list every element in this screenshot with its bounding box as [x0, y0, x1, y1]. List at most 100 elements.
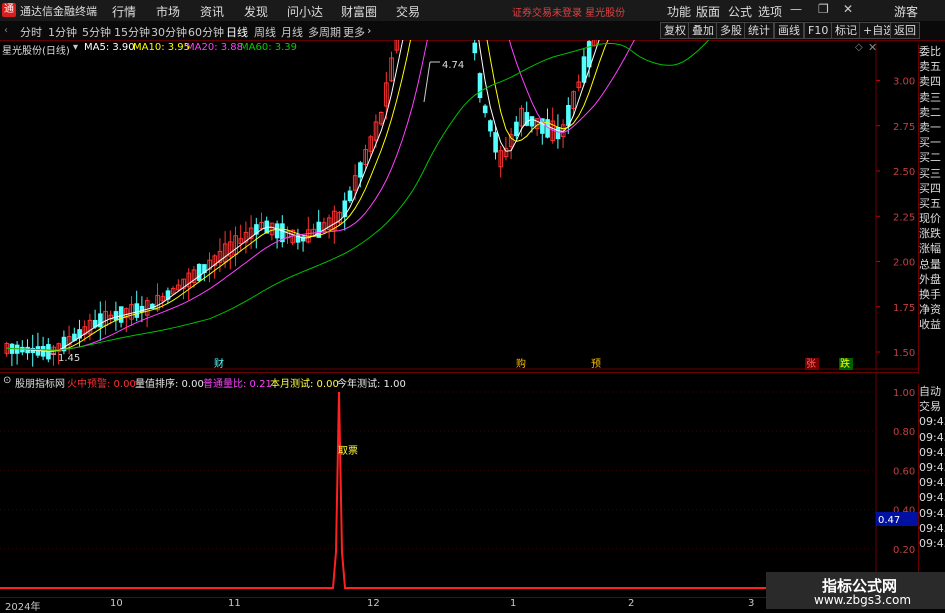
order-book-sell2[interactable]: 卖二 — [919, 105, 945, 120]
tick-time: 09:43 — [919, 460, 945, 474]
order-book-earnings[interactable]: 收益 — [919, 317, 945, 332]
multi-stock-button[interactable]: 多股 — [716, 22, 746, 39]
menu-caifuquan[interactable]: 财富圈 — [341, 3, 377, 20]
tab-5min[interactable]: 5分钟 — [82, 24, 111, 40]
marker-cai[interactable]: 财 — [214, 357, 224, 370]
indicator-chart[interactable]: 1.000.800.600.400.20 取票 0.47 — [0, 372, 918, 598]
order-book-buy4[interactable]: 买四 — [919, 181, 945, 196]
indicator-axis-label: 0.20 — [893, 545, 915, 556]
order-book-sell1[interactable]: 卖一 — [919, 120, 945, 135]
xaxis-12: 12 — [367, 598, 380, 609]
xaxis-1: 1 — [510, 598, 517, 609]
xaxis-2: 2 — [628, 598, 635, 609]
order-book-price[interactable]: 现价 — [919, 211, 945, 226]
tick-time: 09:43 — [919, 415, 945, 429]
order-book-turnover[interactable]: 换手 — [919, 287, 945, 302]
price-axis-label: 3.25 — [893, 40, 915, 42]
tick-time: 09:43 — [919, 521, 945, 535]
order-book-weibi[interactable]: 委比 — [919, 44, 945, 59]
restore-icon[interactable]: ❐ — [818, 2, 829, 16]
indicator-axis-label: 0.60 — [893, 466, 915, 477]
order-book-volume[interactable]: 总量 — [919, 257, 945, 272]
menu-xuanxiang[interactable]: 选项 — [758, 3, 782, 20]
order-book-panel: 委比 卖五 卖四 卖三 卖二 卖一 买一 买二 买三 买四 买五 现价 涨跌 涨… — [918, 44, 945, 374]
marker-yu[interactable]: 预 — [591, 358, 601, 370]
fuquan-button[interactable]: 复权 — [660, 22, 690, 39]
menu-zixun[interactable]: 资讯 — [200, 3, 224, 20]
overlay-button[interactable]: 叠加 — [688, 22, 718, 39]
menu-jiaoyi[interactable]: 交易 — [396, 3, 420, 20]
trade-label[interactable]: 交易 — [919, 399, 945, 414]
candle-down — [118, 306, 124, 323]
chevron-right-icon[interactable]: › — [367, 24, 371, 37]
order-book-sell5[interactable]: 卖五 — [919, 59, 945, 74]
ma20-line — [6, 40, 635, 351]
price-axis-label: 2.75 — [893, 122, 915, 133]
close-icon[interactable]: ✕ — [843, 2, 853, 16]
candle-down — [274, 223, 280, 239]
tick-time: 09:43 — [919, 536, 945, 550]
order-book-outer[interactable]: 外盘 — [919, 272, 945, 287]
marker-zhang[interactable]: 张 — [806, 358, 816, 370]
user-guest[interactable]: 游客 — [894, 3, 918, 20]
app-logo-icon: 通 — [2, 3, 16, 17]
tab-daily[interactable]: 日线 — [226, 24, 248, 40]
candle-down — [586, 41, 592, 68]
kline-chart[interactable]: 4.504.254.003.753.503.253.002.752.502.25… — [0, 40, 918, 370]
xaxis-2024: 2024年 — [5, 602, 41, 613]
back-button[interactable]: 返回 — [890, 22, 920, 39]
tab-1min[interactable]: 1分钟 — [48, 24, 77, 40]
tab-multi-period[interactable]: 多周期 — [308, 24, 341, 40]
login-notice[interactable]: 证券交易未登录 星光股份 — [512, 4, 625, 19]
order-book-change[interactable]: 涨跌 — [919, 226, 945, 241]
tab-15min[interactable]: 15分钟 — [114, 24, 150, 40]
candle-down — [358, 162, 363, 178]
tick-time: 09:43 — [919, 445, 945, 459]
price-axis-label: 2.50 — [893, 167, 915, 178]
order-book-buy2[interactable]: 买二 — [919, 150, 945, 165]
marker-gou[interactable]: 购 — [516, 357, 526, 370]
menu-wenxiaoda[interactable]: 问小达 — [287, 3, 323, 20]
candle-down — [566, 104, 571, 126]
watermark-url: www.zbgs3.com — [814, 593, 912, 607]
tab-weekly[interactable]: 周线 — [254, 24, 276, 40]
order-book-net-assets[interactable]: 净资 — [919, 302, 945, 317]
tab-fenshi[interactable]: 分时 — [20, 24, 42, 40]
menu-faxian[interactable]: 发现 — [244, 3, 268, 20]
candle-down — [555, 126, 561, 140]
menu-gongshi[interactable]: 公式 — [728, 3, 752, 20]
menu-hangqing[interactable]: 行情 — [112, 3, 136, 20]
menu-banmian[interactable]: 版面 — [696, 3, 720, 20]
candle-down — [482, 105, 488, 114]
mark-button[interactable]: 标记 — [831, 22, 861, 39]
collapse-arrow-icon[interactable]: ‹ — [4, 25, 8, 36]
auto-trade-label[interactable]: 自动 — [919, 384, 945, 399]
candle-down — [514, 121, 519, 137]
tab-60min[interactable]: 60分钟 — [188, 24, 224, 40]
menu-shichang[interactable]: 市场 — [156, 3, 180, 20]
tab-30min[interactable]: 30分钟 — [151, 24, 187, 40]
candle-down — [347, 190, 353, 202]
stats-button[interactable]: 统计 — [744, 22, 774, 39]
order-book-sell4[interactable]: 卖四 — [919, 74, 945, 89]
draw-line-button[interactable]: 画线 — [774, 22, 804, 39]
tab-monthly[interactable]: 月线 — [281, 24, 303, 40]
order-book-sell3[interactable]: 卖三 — [919, 90, 945, 105]
f10-button[interactable]: F10 — [804, 22, 833, 39]
order-book-change-pct[interactable]: 涨幅 — [919, 241, 945, 256]
candle-down — [113, 311, 119, 321]
candle-down — [477, 73, 483, 99]
indicator-axis-label: 1.00 — [893, 388, 915, 399]
order-book-buy3[interactable]: 买三 — [919, 166, 945, 181]
order-book-buy1[interactable]: 买一 — [919, 135, 945, 150]
candle-down — [529, 116, 535, 127]
tab-more[interactable]: 更多 — [343, 24, 365, 40]
minimize-icon[interactable]: — — [790, 2, 802, 16]
price-axis-label: 2.25 — [893, 212, 915, 223]
menu-gongneng[interactable]: 功能 — [667, 3, 691, 20]
spike-label: 取票 — [338, 445, 358, 457]
marker-die[interactable]: 跌 — [840, 357, 850, 370]
tick-time: 09:43 — [919, 430, 945, 444]
ma60-line — [6, 40, 710, 351]
order-book-buy5[interactable]: 买五 — [919, 196, 945, 211]
